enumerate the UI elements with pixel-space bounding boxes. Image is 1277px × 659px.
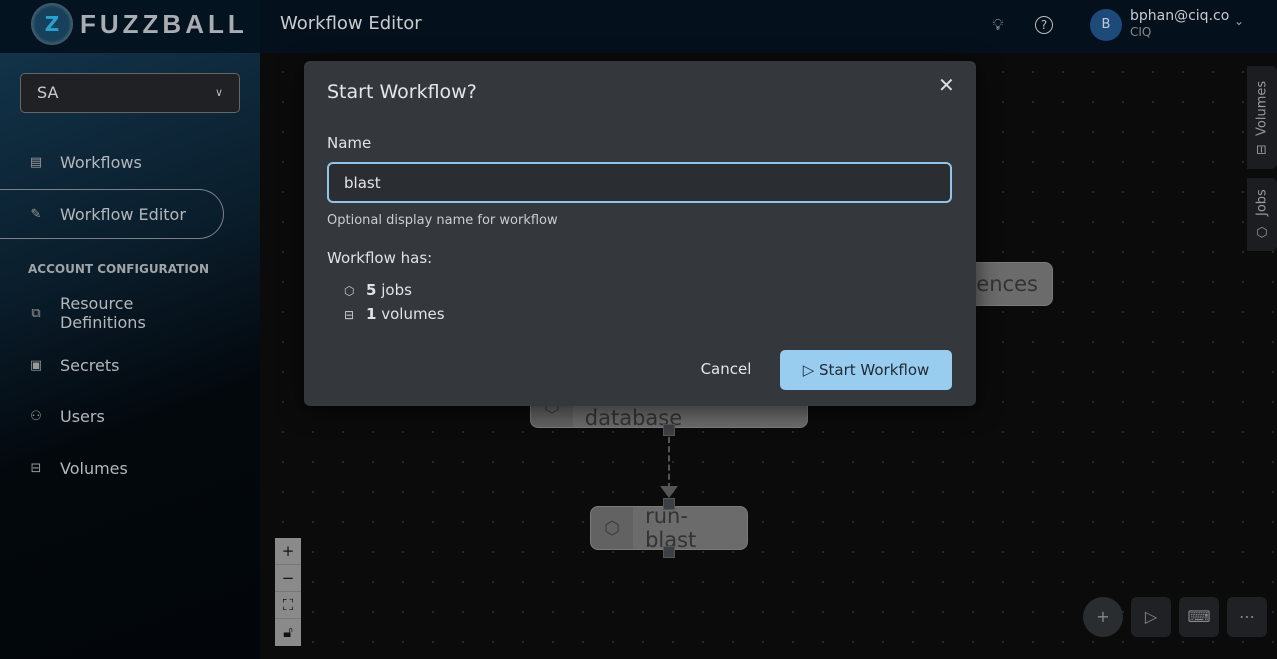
- sidebar-item-workflow-editor[interactable]: ✎ Workflow Editor: [0, 189, 224, 239]
- fit-view-icon[interactable]: ⛶: [275, 592, 301, 619]
- workflow-node[interactable]: ⬡ run-blast: [590, 504, 748, 552]
- drive-icon: ⊟: [1254, 143, 1270, 155]
- cube-icon: ⬡: [1254, 224, 1270, 240]
- hierarchy-icon: ⧉: [31, 305, 41, 321]
- zoom-in-icon[interactable]: +: [275, 538, 301, 565]
- dialog-title: Start Workflow?: [327, 81, 477, 103]
- volumes-tab[interactable]: ⊟ Volumes: [1247, 66, 1277, 169]
- play-icon: ▷: [1144, 607, 1158, 626]
- start-workflow-dialog: Start Workflow? ✕ Name Optional display …: [304, 61, 976, 406]
- help-icon[interactable]: ?: [1035, 16, 1053, 34]
- keyboard-icon: ⌨: [1187, 607, 1211, 626]
- cube-icon: ⬡: [344, 284, 355, 298]
- workflow-has-label: Workflow has:: [327, 249, 433, 267]
- sidebar-item-label: Volumes: [60, 458, 128, 478]
- sidebar-item-resource-definitions[interactable]: ⧉ Resource Definitions: [0, 288, 224, 338]
- name-input[interactable]: [327, 162, 952, 203]
- volumes-count: 1: [366, 305, 377, 323]
- page-title: Workflow Editor: [280, 13, 422, 34]
- edge-arrow-icon: [660, 486, 678, 498]
- lock-icon[interactable]: 🔓︎: [275, 619, 301, 646]
- jobs-label: jobs: [381, 281, 412, 299]
- jobs-count: 5: [366, 281, 377, 299]
- cube-icon: ⬡: [591, 507, 634, 549]
- name-help-text: Optional display name for workflow: [327, 213, 558, 228]
- more-icon: ⋯: [1239, 607, 1255, 626]
- play-icon: ▷: [802, 361, 815, 379]
- jobs-summary: ⬡ 5 jobs: [344, 281, 412, 299]
- chevron-down-icon[interactable]: ⌄: [1234, 14, 1244, 28]
- node-label: run-blast: [645, 504, 697, 552]
- start-workflow-button[interactable]: ▷ Start Workflow: [780, 350, 952, 390]
- theme-lightbulb-icon[interactable]: 💡︎: [987, 14, 1009, 36]
- drive-icon: ⊟: [344, 308, 355, 322]
- sidebar-item-volumes[interactable]: ⊟ Volumes: [0, 443, 224, 493]
- zoom-controls: + − ⛶ 🔓︎: [275, 538, 301, 646]
- edge-dashed: [668, 437, 670, 489]
- tab-label: Jobs: [1254, 189, 1270, 217]
- user-org: CIQ: [1130, 25, 1152, 39]
- sidebar-item-label: Workflow Editor: [60, 204, 186, 224]
- node-output-handle[interactable]: [663, 424, 675, 436]
- sidebar-item-users[interactable]: ⚇ Users: [0, 391, 224, 441]
- avatar[interactable]: B: [1090, 9, 1122, 41]
- plus-icon: +: [1096, 607, 1110, 626]
- sidebar-item-workflows[interactable]: ▤ Workflows: [0, 137, 224, 187]
- jobs-tab[interactable]: ⬡ Jobs: [1247, 178, 1277, 251]
- sidebar-item-label: Users: [60, 406, 105, 426]
- account-select-value: SA: [37, 83, 59, 102]
- top-header: Z FUZZBALL Workflow Editor 💡︎ ? B bphan@…: [0, 0, 1277, 53]
- brand-name: FUZZBALL: [80, 9, 248, 39]
- logo-icon: Z: [31, 3, 73, 45]
- keyboard-shortcuts-button[interactable]: ⌨: [1179, 597, 1219, 637]
- node-output-handle[interactable]: [663, 546, 675, 558]
- add-node-button[interactable]: +: [1083, 597, 1123, 637]
- list-icon: ▤: [29, 154, 43, 170]
- sidebar-item-label: Workflows: [60, 152, 142, 172]
- account-select[interactable]: SA ∨: [20, 73, 240, 113]
- volumes-summary: ⊟ 1 volumes: [344, 305, 445, 323]
- name-label: Name: [327, 134, 372, 152]
- start-label: Start Workflow: [819, 361, 930, 379]
- more-button[interactable]: ⋯: [1227, 597, 1267, 637]
- edit-icon: ✎: [30, 206, 42, 222]
- logo[interactable]: Z FUZZBALL: [0, 0, 260, 53]
- node-input-handle[interactable]: [663, 498, 675, 510]
- close-icon[interactable]: ✕: [938, 73, 955, 97]
- sidebar-item-secrets[interactable]: ▣ Secrets: [0, 340, 224, 390]
- section-title: ACCOUNT CONFIGURATION: [28, 262, 210, 276]
- chevron-down-icon: ∨: [214, 86, 223, 99]
- sidebar-item-label: Resource Definitions: [59, 294, 146, 332]
- volumes-label: volumes: [381, 305, 445, 323]
- drive-icon: ⊟: [30, 460, 42, 476]
- sidebar-item-label: Secrets: [60, 355, 120, 375]
- tab-label: Volumes: [1254, 80, 1270, 136]
- zoom-out-icon[interactable]: −: [275, 565, 301, 592]
- run-button[interactable]: ▷: [1131, 597, 1171, 637]
- sidebar: SA ∨ ▤ Workflows ✎ Workflow Editor ACCOUNT …: [0, 53, 260, 659]
- user-email[interactable]: bphan@ciq.co: [1130, 8, 1229, 24]
- secret-icon: ▣: [29, 357, 43, 373]
- cancel-button[interactable]: Cancel: [684, 350, 768, 389]
- users-icon: ⚇: [30, 408, 42, 424]
